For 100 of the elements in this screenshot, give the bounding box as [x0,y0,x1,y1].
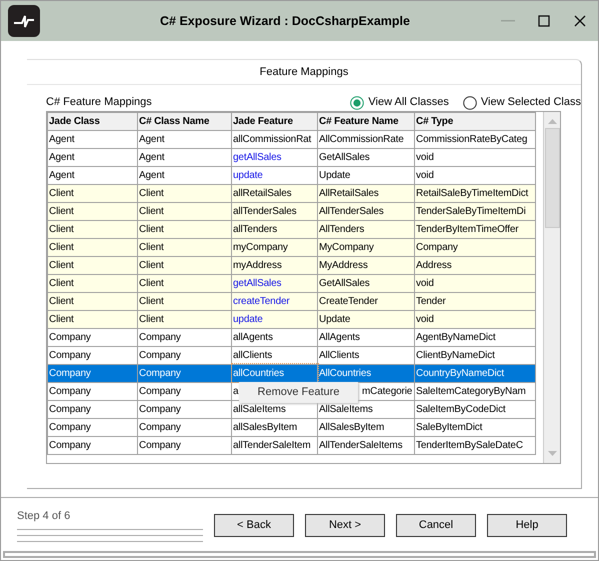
table-cell: update [232,310,318,328]
table-cell: Client [138,292,232,310]
table-cell: getAllSales [232,274,318,292]
table-cell: TenderItemBySaleDateC [414,436,536,454]
table-cell: allClients [232,346,318,364]
table-cell: Client [48,256,138,274]
view-radio[interactable]: View Selected Class [462,94,581,111]
table-cell: allTenderSaleItem [232,436,318,454]
table-cell: myAddress [232,256,318,274]
scrollbar[interactable] [543,112,560,462]
table-cell: Client [138,256,232,274]
table-cell: Client [138,274,232,292]
radio-icon[interactable] [462,96,477,110]
table-cell: Company [48,418,138,436]
table-cell: SaleByItemDict [414,418,536,436]
table-cell: allSalesByItem [232,418,318,436]
table-cell: Agent [48,148,138,166]
maximize-icon [537,14,551,28]
table-cell: AllTenderSaleItems [318,436,414,454]
close-icon [573,14,587,28]
table-cell: AllTenderSales [318,202,414,220]
table-cell: getAllSales [232,148,318,166]
table-cell: Company [48,382,138,400]
table-cell: Client [138,184,232,202]
table-cell: Company [48,364,138,382]
help-button[interactable]: Help [487,514,567,537]
table-cell: void [414,274,536,292]
table-cell: update [232,166,318,184]
panel-title: Feature Mappings [27,60,581,84]
column-header[interactable]: Jade Class [48,112,138,130]
table-cell: Client [48,274,138,292]
radio-icon[interactable] [350,96,364,110]
view-radio[interactable]: View All Classes [350,94,449,111]
column-header[interactable]: C# Type [414,112,536,130]
table-cell: CountryByNameDict [414,364,536,382]
table-cell: MyAddress [318,256,414,274]
table-cell: Company [48,328,138,346]
context-menu-item[interactable]: Remove Feature [239,382,358,402]
table-cell: Agent [138,166,232,184]
table-cell: Client [48,310,138,328]
table-cell: Agent [138,130,232,148]
table-cell: AllAgents [318,328,414,346]
scrollbar-thumb[interactable] [544,128,560,228]
table-cell: Company [138,364,232,382]
table-cell: Agent [48,166,138,184]
table-cell: AllCommissionRate [318,130,414,148]
table-cell: myCompany [232,238,318,256]
table-cell: CommissionRateByCateg [414,130,536,148]
table-cell: Company [138,328,232,346]
table-cell: SaleItemCategoryByNam [414,382,536,400]
table-cell: void [414,166,536,184]
scroll-down-icon[interactable] [548,450,556,456]
table-cell: GetAllSales [318,274,414,292]
table-cell: Company [138,400,232,418]
table-cell: Company [414,238,536,256]
table-cell: Client [48,202,138,220]
table-cell: Client [48,184,138,202]
step-label: Step 4 of 6 [17,509,72,524]
scroll-up-icon[interactable] [548,118,556,124]
table-cell: Agent [48,130,138,148]
table-cell: Client [138,238,232,256]
table-cell: allAgents [232,328,318,346]
table-cell: Client [138,202,232,220]
next-button[interactable]: Next > [305,514,385,537]
column-header[interactable]: Jade Feature [232,112,318,130]
table-cell: Client [48,220,138,238]
table-cell: Company [48,346,138,364]
table-cell: TenderByItemTimeOffer [414,220,536,238]
table-cell: AllCountries [318,364,414,382]
table-cell: Update [318,166,414,184]
table-cell: TenderSaleByTimeItemDi [414,202,536,220]
back-button[interactable]: < Back [214,514,294,537]
column-header[interactable]: C# Class Name [138,112,232,130]
cancel-button[interactable]: Cancel [396,514,476,537]
table-cell: void [414,148,536,166]
column-header[interactable]: C# Feature Name [318,112,414,130]
table-cell: allCountries [232,364,318,382]
table-cell: Company [48,436,138,454]
table-cell: AllTenders [318,220,414,238]
window-title: C# Exposure Wizard : DocCsharpExample [159,14,411,28]
table-label: C# Feature Mappings [46,95,153,110]
table-cell: Company [138,346,232,364]
table-cell: Agent [138,148,232,166]
table-cell: Company [48,400,138,418]
app-logo-icon [8,5,40,37]
table-cell: SaleItemByCodeDict [414,400,536,418]
table-cell: Update [318,310,414,328]
table-cell: Client [138,310,232,328]
table-cell: Company [138,436,232,454]
minimize-icon [501,20,515,22]
table-cell: Tender [414,292,536,310]
table-cell: AgentByNameDict [414,328,536,346]
table-cell: CreateTender [318,292,414,310]
table-cell: allTenders [232,220,318,238]
table-cell: Company [138,382,232,400]
table-cell: allTenderSales [232,202,318,220]
table-cell: void [414,310,536,328]
table-cell: ClientByNameDict [414,346,536,364]
table-cell: Client [48,292,138,310]
table-cell: createTender [232,292,318,310]
